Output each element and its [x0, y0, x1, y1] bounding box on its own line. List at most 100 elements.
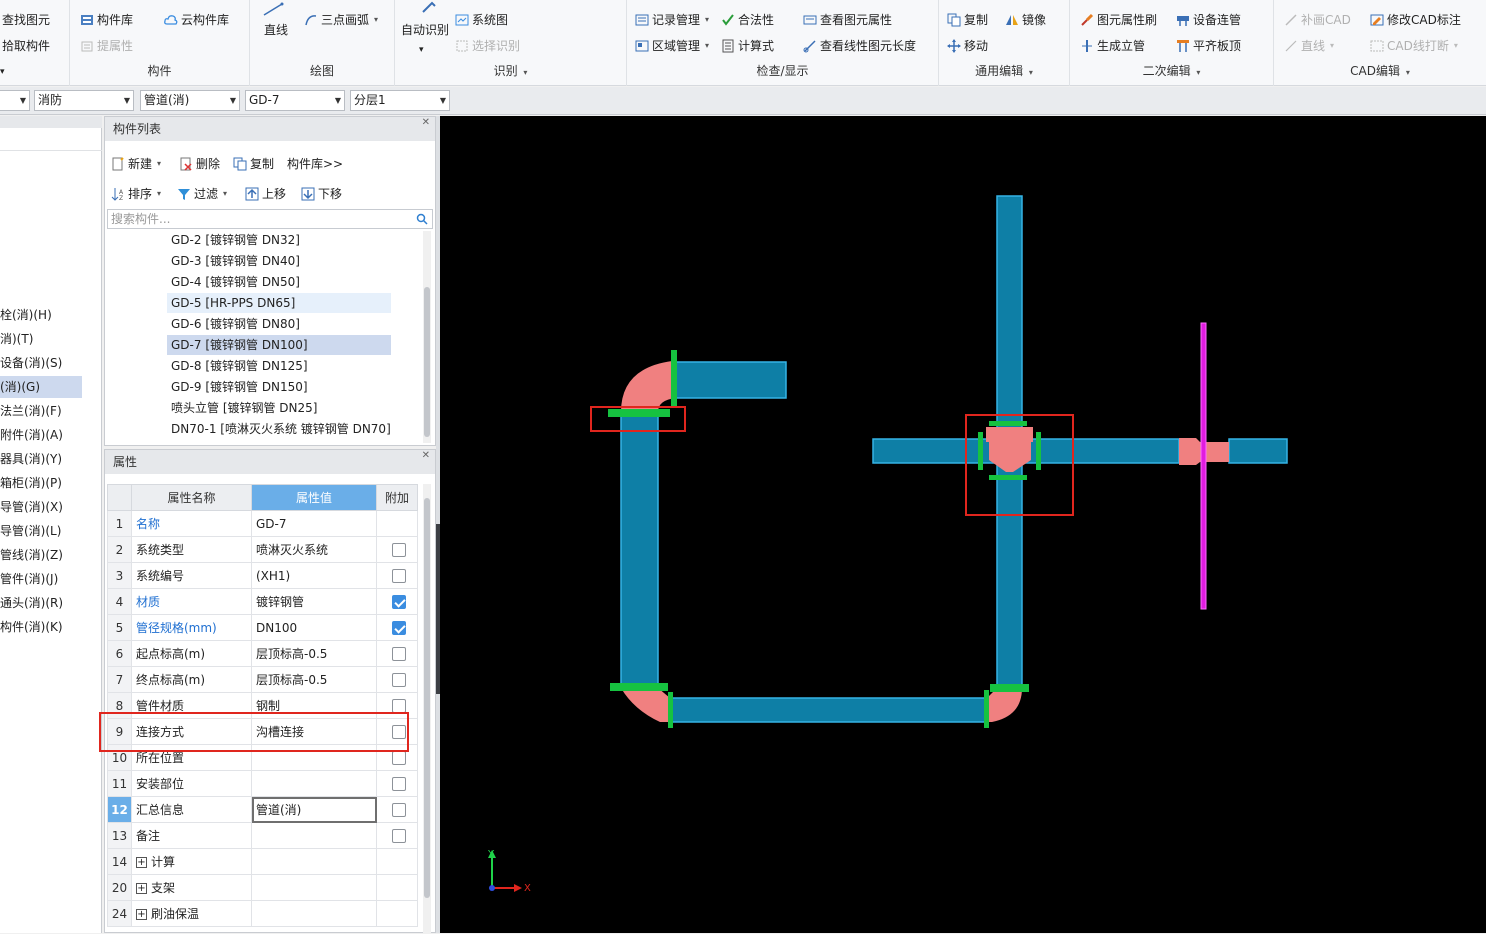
property-row[interactable]: 1 名称 GD-7 [107, 510, 418, 537]
attach-checkbox[interactable] [392, 802, 406, 817]
close-icon[interactable]: ✕ [422, 450, 430, 461]
cloud-lib-button[interactable]: 云构件库 [164, 10, 229, 30]
move-button[interactable]: 移动 [947, 36, 988, 56]
component-list-item[interactable]: GD-7 [镀锌钢管 DN100] [167, 335, 391, 355]
scrollbar-thumb[interactable] [424, 287, 430, 437]
tree-item[interactable]: 消)(T) [0, 328, 82, 350]
expand-plus-icon[interactable]: + [136, 857, 147, 868]
component-select[interactable]: GD-7 ▼ [245, 90, 345, 111]
tree-item[interactable]: 附件(消)(A) [0, 424, 82, 446]
property-row[interactable]: 7 终点标高(m) 层顶标高-0.5 [107, 666, 418, 693]
move-down-button[interactable]: 下移 [301, 183, 342, 205]
component-list-item[interactable]: 喷头立管 [镀锌钢管 DN25] [167, 398, 391, 418]
property-value[interactable] [251, 874, 377, 901]
component-list-item[interactable]: GD-5 [HR-PPS DN65] [167, 293, 391, 313]
tree-item[interactable]: (消)(G) [0, 376, 82, 398]
property-row[interactable]: 20 + 支架 [107, 874, 418, 901]
view-length-button[interactable]: 查看线性图元长度 [803, 36, 916, 56]
property-value[interactable] [251, 822, 377, 849]
auto-recognize-button[interactable]: 自动识别 [401, 20, 449, 40]
copy-component-button[interactable]: 复制 [233, 153, 274, 175]
property-row[interactable]: 24 + 刷油保温 [107, 900, 418, 927]
attach-checkbox[interactable] [392, 750, 406, 765]
attach-checkbox[interactable] [392, 776, 406, 791]
horizontal-pipe-top[interactable] [675, 361, 787, 399]
component-lib-link[interactable]: 构件库>> [287, 153, 343, 175]
tree-item[interactable]: 导管(消)(L) [0, 520, 82, 542]
prop-value-header[interactable]: 属性值 [251, 484, 377, 511]
tree-item[interactable]: 法兰(消)(F) [0, 400, 82, 422]
property-value[interactable]: 喷淋灭火系统 [251, 536, 377, 563]
property-row[interactable]: 12 汇总信息 管道(消) [107, 796, 418, 823]
move-up-button[interactable]: 上移 [245, 183, 286, 205]
gen-riser-button[interactable]: 生成立管 [1080, 36, 1145, 56]
discipline-select[interactable]: 消防 ▼ [34, 90, 134, 111]
component-list-item[interactable]: GD-4 [镀锌钢管 DN50] [167, 272, 391, 292]
tree-item[interactable]: 管件(消)(J) [0, 568, 82, 590]
attach-checkbox[interactable] [392, 698, 406, 713]
cad-line-button[interactable]: 直线 ▾ [1284, 36, 1334, 56]
component-list-item[interactable]: GD-2 [镀锌钢管 DN32] [167, 230, 391, 250]
select-more-caret[interactable]: ▾ [0, 62, 5, 82]
horizontal-pipe-bottom[interactable] [669, 697, 988, 723]
patch-cad-button[interactable]: 补画CAD [1284, 10, 1351, 30]
property-value[interactable]: 管道(消) [251, 796, 377, 823]
property-row[interactable]: 2 系统类型 喷淋灭火系统 [107, 536, 418, 563]
tree-item[interactable]: 栓(消)(H) [0, 304, 82, 326]
select-recognize-button[interactable]: 选择识别 [455, 36, 520, 56]
legality-button[interactable]: 合法性 [721, 10, 774, 30]
property-row[interactable]: 5 管径规格(mm) DN100 [107, 614, 418, 641]
tree-item[interactable]: 导管(消)(X) [0, 496, 82, 518]
cad-break-button[interactable]: CAD线打断 ▾ [1370, 36, 1458, 56]
drawing-canvas[interactable]: Y X [440, 116, 1486, 933]
property-value[interactable]: GD-7 [251, 510, 377, 537]
property-value[interactable] [251, 770, 377, 797]
find-element-button[interactable]: 查找图元 [2, 10, 50, 30]
new-component-button[interactable]: 新建 ▾ [111, 153, 161, 175]
properties-scrollbar[interactable] [423, 484, 431, 934]
tree-item[interactable]: 设备(消)(S) [0, 352, 82, 374]
elbow-fitting-bottom-left[interactable] [621, 688, 670, 722]
attach-checkbox[interactable] [392, 620, 406, 635]
delete-component-button[interactable]: 删除 [179, 153, 220, 175]
attach-checkbox[interactable] [392, 828, 406, 843]
property-row[interactable]: 11 安装部位 [107, 770, 418, 797]
attach-checkbox[interactable] [392, 672, 406, 687]
region-manage-button[interactable]: 区域管理 ▾ [635, 36, 709, 56]
expand-plus-icon[interactable]: + [136, 909, 147, 920]
pick-component-button[interactable]: 拾取构件 [2, 36, 50, 56]
elbow-fitting-bottom-right[interactable] [987, 688, 1022, 722]
tree-item[interactable]: 箱柜(消)(P) [0, 472, 82, 494]
tree-item[interactable]: 通头(消)(R) [0, 592, 82, 614]
component-search-input[interactable]: 搜索构件... [107, 209, 433, 229]
component-list-item[interactable]: DN70-1 [喷淋灭火系统 镀锌钢管 DN70] [167, 419, 391, 439]
property-value[interactable]: 层顶标高-0.5 [251, 640, 377, 667]
property-row[interactable]: 4 材质 镀锌钢管 [107, 588, 418, 615]
arc-tool-button[interactable]: 三点画弧 ▾ [304, 10, 378, 30]
property-row[interactable]: 13 备注 [107, 822, 418, 849]
tree-item[interactable]: 构件(消)(K) [0, 616, 82, 638]
tree-item[interactable]: 管线(消)(Z) [0, 544, 82, 566]
view-props-button[interactable]: 查看图元属性 [803, 10, 892, 30]
filter-button[interactable]: 过滤 ▾ [177, 183, 227, 205]
type-select[interactable]: 管道(消) ▼ [140, 90, 240, 111]
auto-recognize-caret[interactable]: ▾ [419, 40, 424, 60]
attach-checkbox[interactable] [392, 542, 406, 557]
component-list-item[interactable]: GD-8 [镀锌钢管 DN125] [167, 356, 391, 376]
component-list-scrollbar[interactable] [423, 231, 431, 443]
copy-button[interactable]: 复制 [947, 10, 988, 30]
prop-brush-button[interactable]: 图元属性刷 [1080, 10, 1157, 30]
system-diagram-button[interactable]: 系统图 [455, 10, 508, 30]
component-lib-button[interactable]: 构件库 [80, 10, 133, 30]
mirror-button[interactable]: 镜像 [1005, 10, 1046, 30]
elbow-fitting-top-left[interactable] [621, 361, 676, 412]
property-value[interactable]: 镀锌钢管 [251, 588, 377, 615]
close-icon[interactable]: ✕ [422, 117, 430, 128]
tree-item[interactable]: 器具(消)(Y) [0, 448, 82, 470]
property-value[interactable]: 层顶标高-0.5 [251, 666, 377, 693]
record-manage-button[interactable]: 记录管理 ▾ [635, 10, 709, 30]
property-row[interactable]: 14 + 计算 [107, 848, 418, 875]
component-list-item[interactable]: GD-3 [镀锌钢管 DN40] [167, 251, 391, 271]
vertical-pipe-left[interactable] [620, 411, 659, 689]
modify-cad-label-button[interactable]: 修改CAD标注 [1370, 10, 1461, 30]
